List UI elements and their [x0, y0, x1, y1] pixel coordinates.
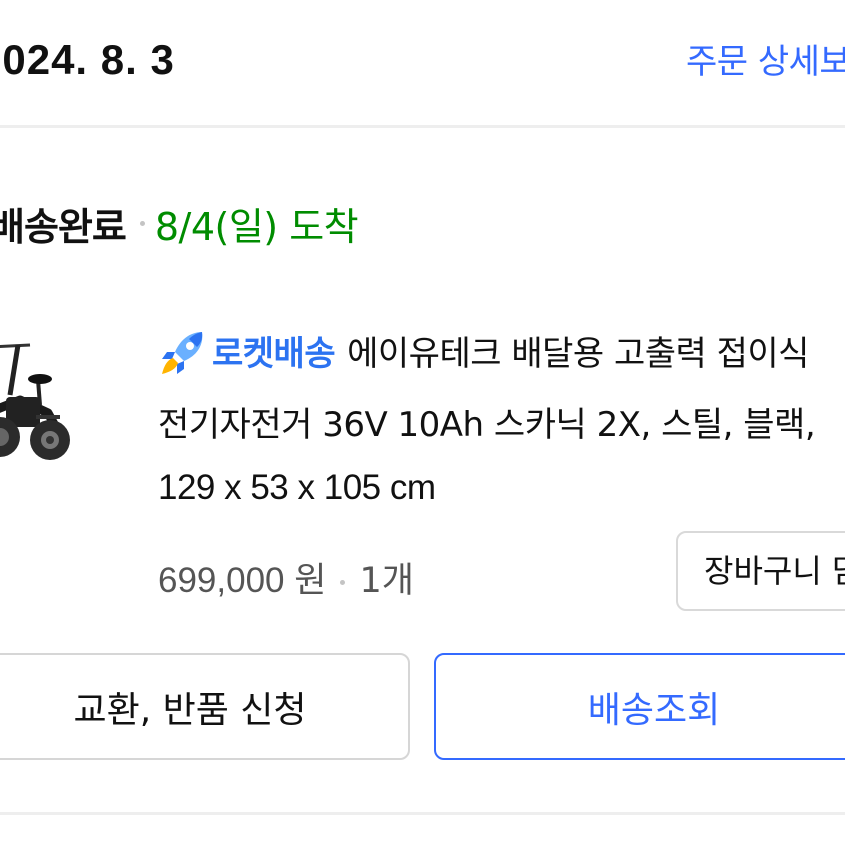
- exchange-return-button[interactable]: 교환, 반품 신청: [0, 653, 410, 760]
- product-price: 699,000 원: [158, 561, 327, 600]
- product-name-part-3[interactable]: 129 x 53 x 105 cm: [158, 468, 436, 508]
- delivery-status: 배송완료: [0, 205, 127, 249]
- order-header: 2024. 8. 3 주문 상세보기: [0, 0, 845, 125]
- electric-bicycle-image: [0, 343, 70, 460]
- add-to-cart-button[interactable]: 장바구니 담기: [676, 531, 845, 611]
- price-row: 699,000 원 1개: [158, 552, 414, 603]
- product-image[interactable]: [0, 325, 90, 485]
- product-name-part-2[interactable]: 전기자전거 36V 10Ah 스카닉 2X, 스틸, 블랙,: [158, 397, 816, 446]
- order-date: 2024. 8. 3: [0, 36, 175, 83]
- exchange-return-label: 교환, 반품 신청: [73, 689, 307, 731]
- track-delivery-label: 배송조회: [587, 689, 721, 731]
- track-delivery-button[interactable]: 배송조회: [434, 653, 845, 760]
- product-title-line-1[interactable]: 로켓배송 에이유테크 배달용 고출력 접이식: [158, 326, 809, 378]
- order-detail-link[interactable]: 주문 상세보기: [686, 34, 845, 83]
- divider: [0, 125, 845, 128]
- product-quantity: 1개: [359, 561, 414, 601]
- delivery-status-row: 배송완료 8/4(일) 도착: [0, 196, 359, 250]
- separator-dot: [340, 579, 346, 585]
- rocket-delivery-badge: 로켓배송: [212, 334, 336, 374]
- separator-dot: [139, 221, 145, 226]
- arrival-date: 8/4(일) 도착: [154, 205, 359, 249]
- product-name-part-1: 에이유테크 배달용 고출력 접이식: [347, 334, 809, 374]
- rocket-icon: [162, 331, 203, 374]
- divider: [0, 812, 845, 815]
